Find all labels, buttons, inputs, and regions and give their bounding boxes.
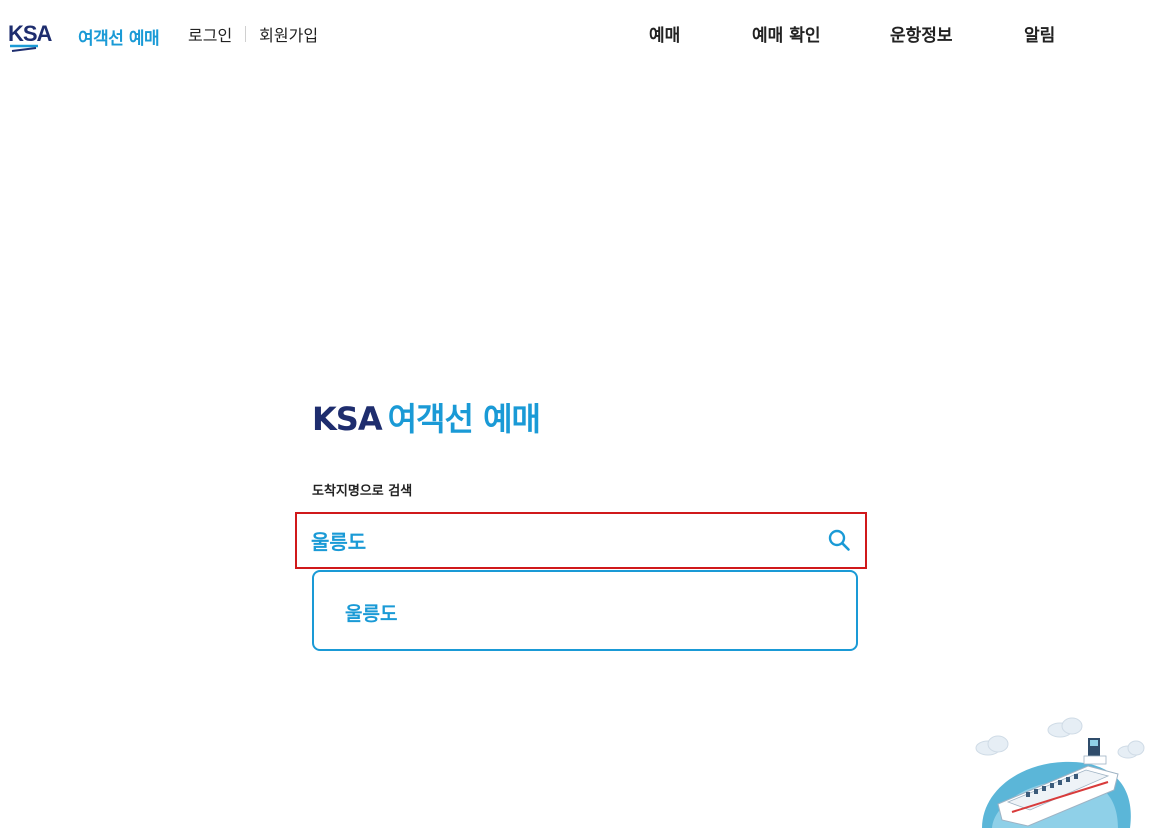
ship-illustration-icon (975, 717, 1145, 828)
search-icon (828, 529, 850, 551)
page-title: KSA 여객선 예매 (312, 394, 541, 440)
nav-item-operation-info[interactable]: 운항정보 (890, 21, 953, 46)
page-title-brand: KSA (312, 400, 383, 438)
search-label: 도착지명으로 검색 (312, 484, 413, 499)
search-button[interactable] (825, 526, 853, 554)
suggestion-list: 울릉도 (312, 570, 858, 651)
header: KSA 여객선 예매 로그인 회원가입 예매 예매 확인 운항정보 알림 (0, 0, 1169, 66)
nav-item-reservation-check[interactable]: 예매 확인 (752, 21, 820, 46)
suggestion-item[interactable]: 울릉도 (345, 599, 397, 626)
nav-item-notice[interactable]: 알림 (1024, 21, 1055, 46)
main-nav: 예매 예매 확인 운항정보 알림 (0, 21, 1169, 46)
page: KSA 여객선 예매 로그인 회원가입 예매 예매 확인 운항정보 알림 KSA… (0, 0, 1169, 828)
nav-item-reserve[interactable]: 예매 (649, 21, 680, 46)
search-input[interactable] (311, 524, 791, 556)
page-title-service: 여객선 예매 (387, 400, 541, 438)
search-box (295, 512, 867, 569)
